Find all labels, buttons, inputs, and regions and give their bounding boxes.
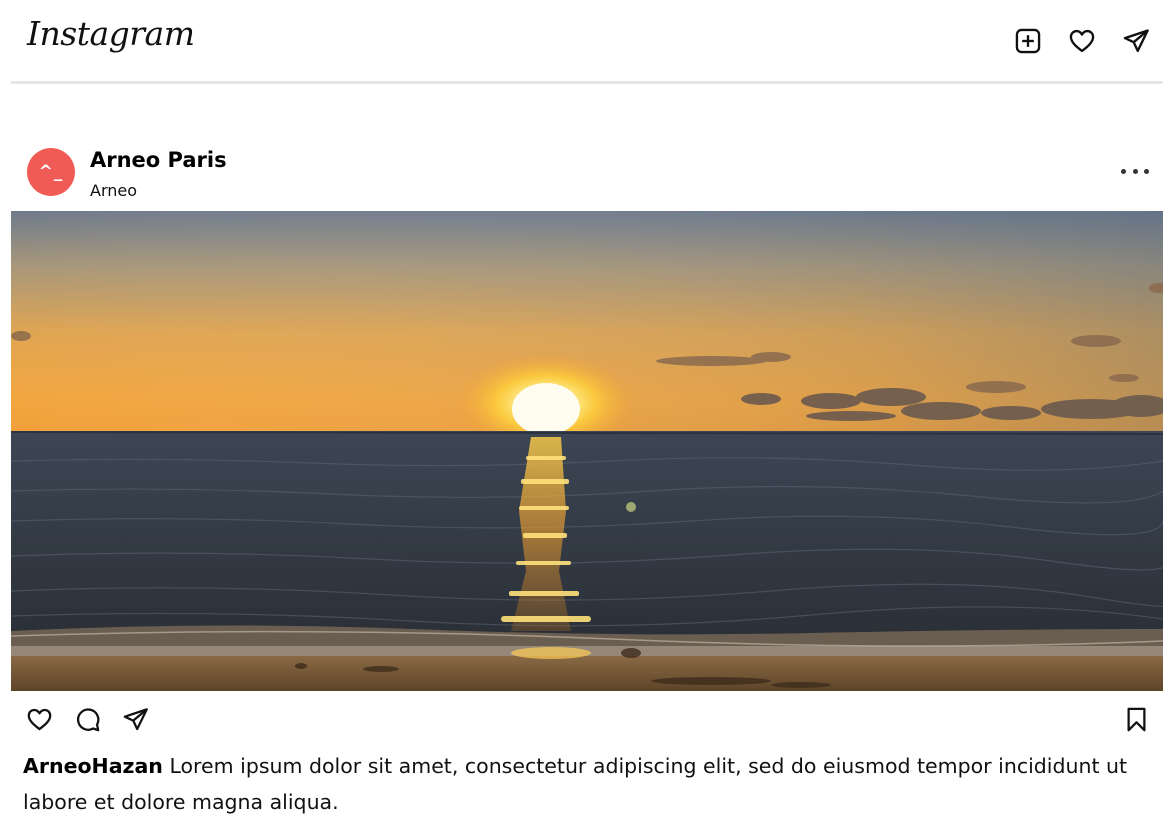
more-options-button[interactable]	[1121, 164, 1149, 178]
new-post-icon	[1015, 28, 1041, 54]
new-post-button[interactable]	[1001, 26, 1055, 56]
more-dot	[1132, 168, 1138, 174]
sunset-photo	[11, 211, 1163, 691]
caption-text: Lorem ipsum dolor sit amet, consectetur …	[23, 754, 1128, 814]
instagram-feed-page: Instagram ^_ Arneo Paris Arneo ArneoHaza…	[0, 0, 1172, 819]
bookmark-icon	[1127, 707, 1145, 731]
comment-button[interactable]	[71, 703, 103, 735]
post-author-name[interactable]: Arneo Paris	[90, 148, 227, 172]
more-dot	[1144, 168, 1149, 174]
caption-username[interactable]: ArneoHazan	[23, 754, 163, 778]
top-actions	[1001, 26, 1163, 56]
post-image[interactable]	[11, 211, 1163, 691]
top-navigation-bar: Instagram	[11, 0, 1163, 84]
post-actions	[23, 703, 1163, 735]
share-button[interactable]	[119, 703, 151, 735]
like-button[interactable]	[23, 703, 55, 735]
heart-icon	[1069, 29, 1095, 53]
post-header: ^_ Arneo Paris Arneo	[27, 146, 1163, 206]
direct-messages-button[interactable]	[1109, 26, 1163, 56]
instagram-logo[interactable]: Instagram	[27, 14, 195, 53]
notifications-button[interactable]	[1055, 26, 1109, 56]
direct-message-icon	[1123, 29, 1149, 53]
post-caption: ArneoHazan Lorem ipsum dolor sit amet, c…	[23, 748, 1143, 819]
post-author-subtitle[interactable]: Arneo	[90, 181, 137, 200]
save-button[interactable]	[1120, 703, 1152, 735]
like-icon	[27, 708, 51, 730]
share-icon	[123, 707, 148, 730]
more-dot	[1121, 168, 1126, 174]
avatar[interactable]: ^_	[27, 148, 75, 196]
comment-icon	[76, 707, 99, 731]
